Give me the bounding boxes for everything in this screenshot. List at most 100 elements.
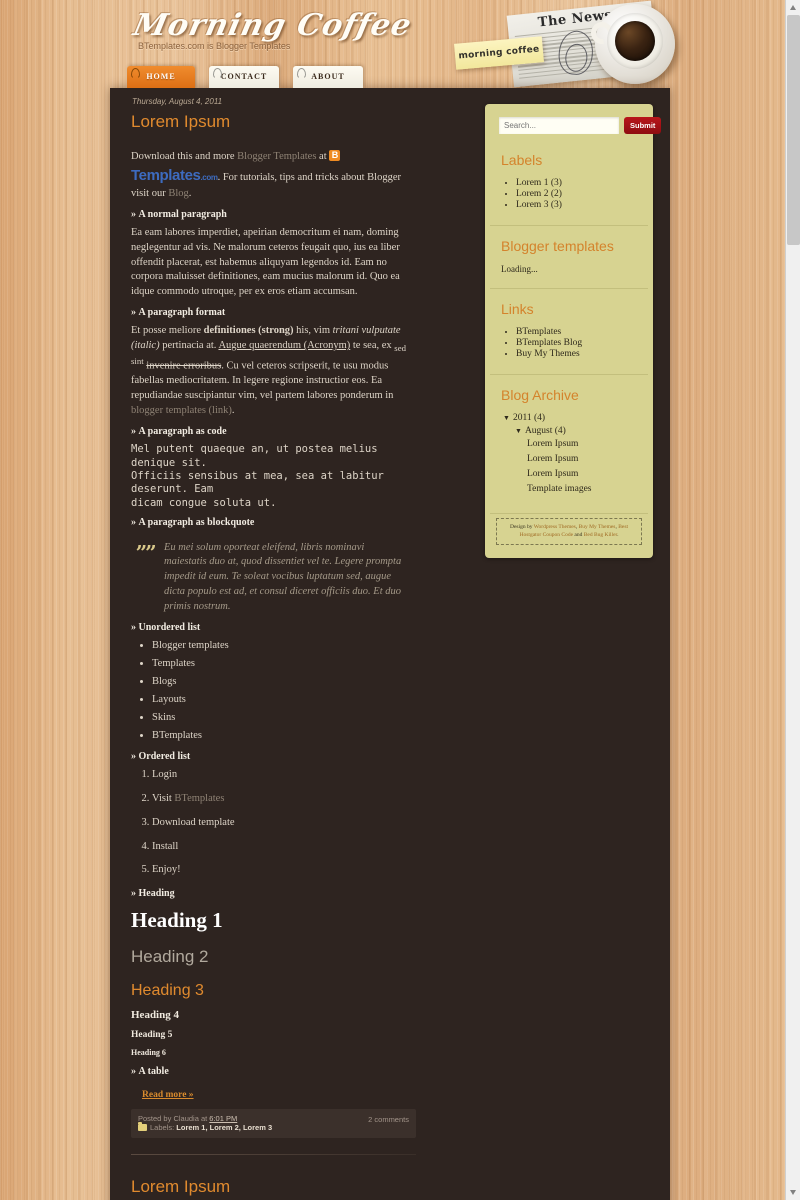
credits-period: . [617, 532, 619, 539]
coffee-newspaper-artwork: The Newsp morning coffee [454, 0, 695, 88]
links-list: BTemplates BTemplates Blog Buy My Themes [501, 327, 637, 359]
fmt-superscript: sint [131, 355, 144, 366]
archive-post-link[interactable]: Lorem Ipsum [527, 454, 637, 464]
chevron-down-icon[interactable]: ▼ [515, 427, 522, 435]
credits-prefix: Design by [510, 524, 534, 530]
heading-5: Heading 5 [131, 1029, 173, 1040]
search-input[interactable] [499, 117, 619, 134]
nav-tab-about[interactable]: ABOUT [293, 66, 363, 88]
posted-by-text: Posted by Claudia at [138, 1113, 210, 1123]
site-header: Morning Coffee BTemplates.com is Blogger… [0, 0, 785, 90]
blogger-templates-loading: Loading... [501, 264, 538, 274]
post-intro: Download this and more Blogger Templates… [131, 144, 420, 202]
post-comments-link[interactable]: 2 comments [368, 1114, 409, 1124]
list-item: Visit BTemplates [152, 792, 420, 807]
list-item: Blogs [152, 675, 420, 690]
unordered-list: Blogger templates Templates Blogs Layout… [128, 639, 420, 743]
archive-post-link[interactable]: Lorem Ipsum [527, 439, 637, 449]
list-item[interactable]: BTemplates [516, 327, 637, 337]
read-more-link[interactable]: Read more » [142, 1090, 194, 1100]
sidebar-section-blog-archive: Blog Archive ▼ 2011 (4) ▼ August (4) Lorem… [490, 375, 648, 514]
blog-post-1: Thursday, August 4, 2011 Lorem Ipsum Dow… [128, 97, 420, 1155]
credits-sep: and [573, 532, 584, 539]
search-submit-button[interactable]: Submit [624, 117, 662, 134]
credits-link-bed-bug-killer[interactable]: Bed Bug Killer [584, 532, 617, 538]
post-footer: 2 comments Posted by Claudia at 6:01 PM … [131, 1108, 416, 1138]
archive-post-link[interactable]: Lorem Ipsum [527, 469, 637, 479]
list-item: Enjoy! [152, 863, 420, 878]
list-item: BTemplates [152, 729, 420, 744]
list-item: Download template [152, 816, 420, 831]
page-root: Morning Coffee BTemplates.com is Blogger… [0, 0, 785, 1200]
intro-prefix: Download this and more [131, 151, 238, 162]
sidebar-section-links: Links BTemplates BTemplates Blog Buy My … [490, 289, 648, 375]
list-item[interactable]: Lorem 3 (3) [516, 200, 637, 210]
coffee-liquid [615, 21, 655, 61]
chevron-down-icon[interactable]: ▼ [503, 414, 510, 422]
archive-post-link[interactable]: Template images [527, 484, 637, 494]
scrollbar-thumb[interactable] [787, 15, 800, 245]
post-time-link[interactable]: 6:01 PM [209, 1114, 237, 1123]
heading-4: Heading 4 [131, 1009, 179, 1022]
credits-link-wordpress-themes[interactable]: Wordpress Themes [534, 524, 576, 530]
post-divider [131, 1153, 416, 1155]
tag-icon [138, 1121, 147, 1131]
btemplates-b-icon: B [329, 150, 341, 161]
list-item[interactable]: Buy My Themes [516, 349, 637, 359]
credits-link-buy-my-themes[interactable]: Buy My Themes [579, 524, 616, 530]
blog-title: Morning Coffee [130, 8, 416, 43]
nav-tab-contact[interactable]: CONTACT [209, 66, 279, 88]
links-heading: Links [501, 301, 534, 317]
section-label-paragraph-format: A paragraph format [131, 306, 420, 320]
link-blogger-templates-inline[interactable]: blogger templates (link) [131, 405, 232, 416]
archive-month-row[interactable]: ▼ August (4) [515, 426, 637, 436]
post-meta: Posted by Claudia at 6:01 PM Labels: Lor… [138, 1114, 272, 1132]
scroll-down-arrow-icon[interactable] [786, 1185, 800, 1200]
section-label-ordered-list: Ordered list [131, 750, 420, 764]
list-item[interactable]: Lorem 1 (3) [516, 178, 637, 188]
list-item: Layouts [152, 693, 420, 708]
fmt-part-6: . [231, 405, 235, 417]
list-item[interactable]: BTemplates Blog [516, 338, 637, 348]
fmt-strong: definitiones (strong) [203, 325, 294, 337]
post-title[interactable]: Lorem Ipsum [131, 1177, 420, 1197]
link-blog[interactable]: Blog [168, 188, 188, 199]
sidebar: Submit Labels Lorem 1 (3) Lorem 2 (2) Lo… [485, 104, 662, 558]
search-widget: Submit [490, 109, 662, 140]
heading-6: Heading 6 [131, 1048, 166, 1058]
section-label-unordered-list: Unordered list [131, 621, 420, 635]
list-item-prefix: Visit [152, 792, 175, 804]
section-label-table: A table [131, 1065, 420, 1079]
format-paragraph: Et posse meliore definitiones (strong) h… [131, 324, 420, 419]
paperclip-icon [297, 68, 306, 79]
fmt-part-3: pertinacia at. [159, 340, 219, 352]
list-item[interactable]: Lorem 2 (2) [516, 189, 637, 199]
code-block: Mel putent quaeque an, ut postea melius … [131, 443, 384, 509]
fmt-subscript: sed [394, 343, 406, 354]
link-btemplates[interactable]: BTemplates [174, 793, 224, 804]
page-scrollbar[interactable] [785, 0, 800, 1200]
list-item: Skins [152, 711, 420, 726]
nav-tab-home[interactable]: HOME [127, 66, 195, 88]
labels-list: Lorem 1 (3) Lorem 2 (2) Lorem 3 (3) [501, 178, 637, 210]
section-label-heading: Heading [131, 887, 420, 901]
blog-tagline: BTemplates.com is Blogger Templates [138, 41, 291, 51]
heading-1: Heading 1 [131, 907, 223, 932]
link-blogger-templates[interactable]: Blogger Templates [237, 151, 316, 162]
fmt-acronym: Augue quaerendum (Acronym) [218, 340, 351, 352]
browser-viewport: Morning Coffee BTemplates.com is Blogger… [0, 0, 800, 1200]
post-labels-line: Labels: Lorem 1, Lorem 2, Lorem 3 [138, 1121, 272, 1132]
read-more-container: Read more » [142, 1088, 420, 1103]
post-title[interactable]: Lorem Ipsum [131, 112, 420, 132]
fmt-part-2: his, vim [293, 325, 333, 337]
sidebar-section-labels: Labels Lorem 1 (3) Lorem 2 (2) Lorem 3 (… [490, 140, 648, 226]
blogger-templates-heading: Blogger templates [501, 238, 614, 254]
scroll-up-arrow-icon[interactable] [786, 0, 800, 15]
heading-2: Heading 2 [131, 947, 209, 967]
main-navigation: HOME CONTACT ABOUT [127, 66, 377, 88]
archive-tree: ▼ 2011 (4) ▼ August (4) Lorem Ipsum Lorem … [501, 413, 637, 494]
intro-mid: at [316, 151, 330, 162]
post-labels[interactable]: Lorem 1, Lorem 2, Lorem 3 [176, 1123, 272, 1132]
archive-month-label: August (4) [524, 426, 566, 436]
archive-year-row[interactable]: ▼ 2011 (4) [503, 413, 637, 423]
